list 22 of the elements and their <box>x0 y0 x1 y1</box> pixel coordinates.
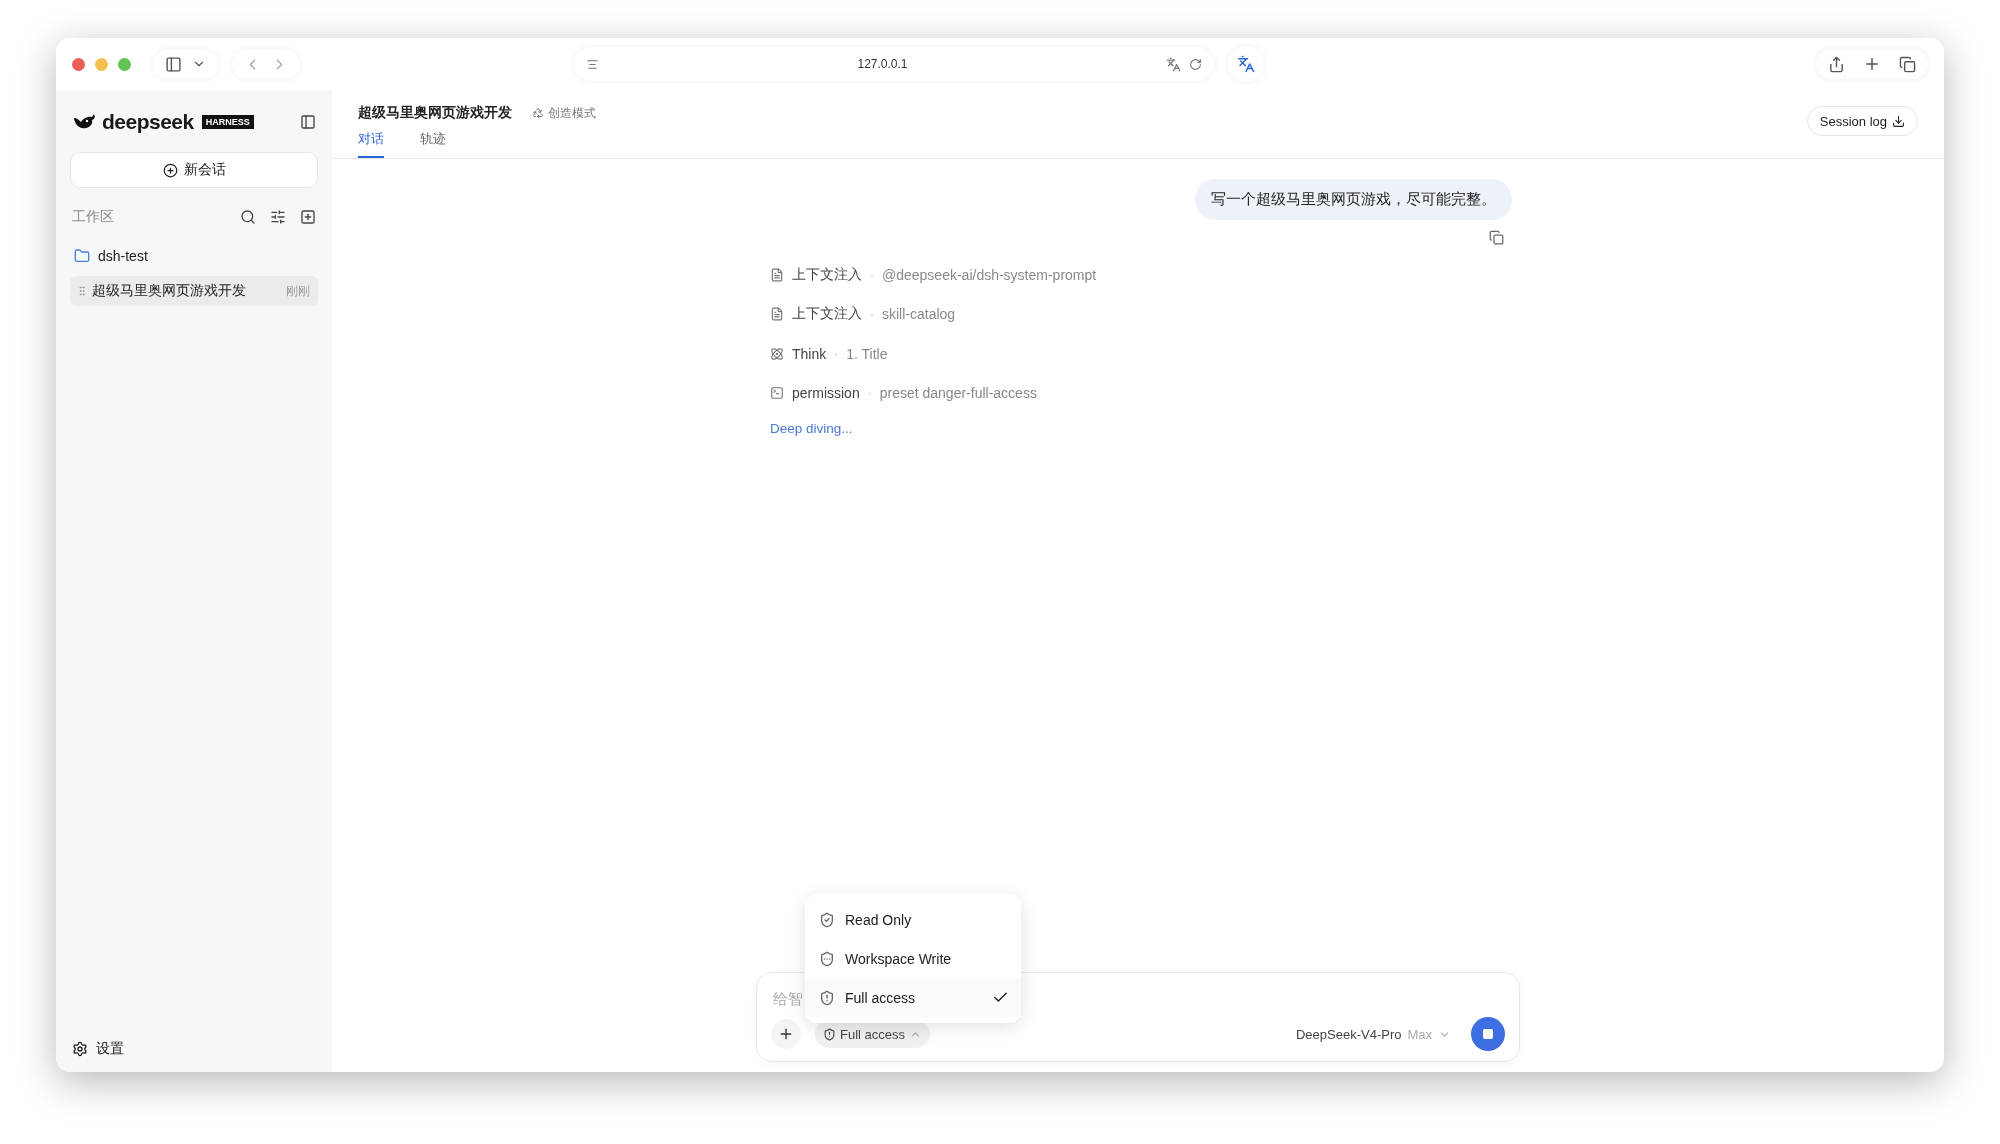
section-label: 工作区 <box>72 208 114 226</box>
event-label: 上下文注入 <box>792 265 862 284</box>
session-title: 超级马里奥网页游戏开发 <box>92 282 246 300</box>
event-label: permission <box>792 385 860 402</box>
event-label: 上下文注入 <box>792 305 862 324</box>
separator-dot: · <box>870 267 874 282</box>
separator-dot: · <box>870 307 874 322</box>
event-label: Think <box>792 345 827 362</box>
event-detail: 1. Title <box>846 345 888 362</box>
event-detail: @deepseek-ai/dsh-system-prompt <box>882 266 1097 283</box>
event-detail: preset danger-full-access <box>879 385 1037 402</box>
separator-dot: · <box>867 386 872 401</box>
brand-name: deepseek <box>102 110 194 134</box>
mode-label: 创造模式 <box>532 104 596 122</box>
event-detail: skill-catalog <box>882 306 956 323</box>
session-time: 刚刚 <box>286 282 310 300</box>
separator-dot: · <box>834 346 839 361</box>
user-message: 写一个超级马里奥网页游戏，尽可能完整。 <box>1195 179 1512 220</box>
address-text: 127.0.0.1 <box>856 57 909 71</box>
brand-badge: HARNESS <box>201 115 254 129</box>
chat-title: 超级马里奥网页游戏开发 <box>358 104 512 122</box>
status-text: Deep diving... <box>769 421 854 436</box>
